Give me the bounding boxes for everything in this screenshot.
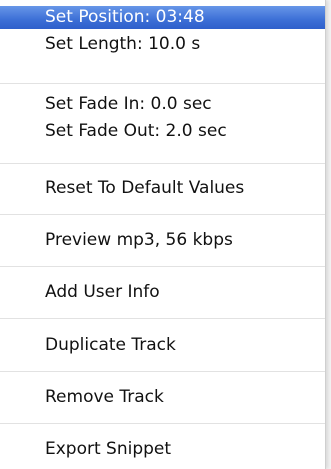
menu-separator xyxy=(0,266,325,267)
menu-item-set-position[interactable]: Set Position: 03:48 xyxy=(0,6,325,29)
menu-separator xyxy=(0,423,325,424)
menu-item-set-fade-in[interactable]: Set Fade In: 0.0 sec xyxy=(0,92,325,116)
menu-separator xyxy=(0,214,325,215)
menu-separator xyxy=(0,83,325,84)
menu-item-duplicate-track[interactable]: Duplicate Track xyxy=(0,333,325,357)
menu-item-remove-track[interactable]: Remove Track xyxy=(0,385,325,409)
context-menu: Set Position: 03:48 Set Length: 10.0 s S… xyxy=(0,0,326,469)
menu-item-export-snippet[interactable]: Export Snippet xyxy=(0,437,325,461)
menu-item-set-fade-out[interactable]: Set Fade Out: 2.0 sec xyxy=(0,119,325,143)
menu-item-set-length[interactable]: Set Length: 10.0 s xyxy=(0,32,325,56)
menu-separator xyxy=(0,371,325,372)
menu-separator xyxy=(0,318,325,319)
menu-separator xyxy=(0,163,325,164)
menu-item-reset-defaults[interactable]: Reset To Default Values xyxy=(0,176,325,200)
menu-item-preview-mp3[interactable]: Preview mp3, 56 kbps xyxy=(0,228,325,252)
menu-item-add-user-info[interactable]: Add User Info xyxy=(0,280,325,304)
